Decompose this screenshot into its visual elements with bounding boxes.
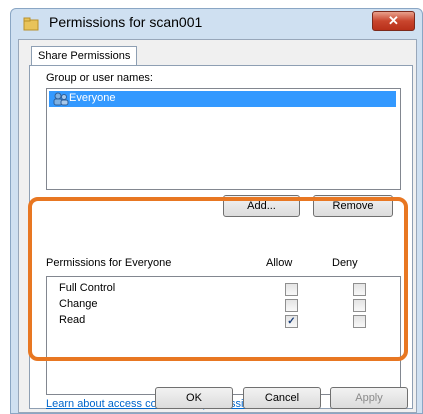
dialog-client-area: Share Permissions Group or user names: E…: [18, 39, 417, 413]
deny-checkbox[interactable]: [353, 299, 366, 312]
title-bar[interactable]: Permissions for scan001 ✕: [11, 9, 422, 37]
deny-checkbox[interactable]: [353, 315, 366, 328]
window-title: Permissions for scan001: [49, 14, 203, 30]
permission-name: Read: [59, 314, 86, 326]
permission-row-read: Read ✓: [47, 313, 400, 329]
permission-name: Change: [59, 298, 98, 310]
apply-button[interactable]: Apply: [330, 387, 408, 409]
permission-row-full-control: Full Control: [47, 281, 400, 297]
users-group-icon: [53, 92, 69, 106]
user-row-everyone[interactable]: Everyone: [49, 91, 396, 107]
allow-header: Allow: [266, 257, 293, 269]
permission-name: Full Control: [59, 282, 116, 294]
permissions-list: Full Control Change Read ✓: [46, 276, 401, 395]
permissions-title: Permissions for Everyone: [46, 257, 172, 269]
deny-checkbox[interactable]: [353, 283, 366, 296]
user-list[interactable]: Everyone: [46, 88, 401, 190]
permission-row-change: Change: [47, 297, 400, 313]
allow-checkbox[interactable]: ✓: [285, 315, 298, 328]
cancel-button[interactable]: Cancel: [243, 387, 321, 409]
close-button[interactable]: ✕: [372, 11, 415, 31]
folder-icon: [23, 17, 39, 31]
tab-share-permissions[interactable]: Share Permissions: [31, 46, 138, 66]
ok-button[interactable]: OK: [155, 387, 233, 409]
allow-checkbox[interactable]: [285, 299, 298, 312]
tab-panel: Group or user names: Everyone Add... Rem…: [29, 65, 413, 410]
add-button[interactable]: Add...: [223, 195, 300, 217]
deny-header: Deny: [332, 257, 358, 269]
group-label: Group or user names:: [46, 72, 153, 84]
permissions-dialog: Permissions for scan001 ✕ Share Permissi…: [10, 8, 423, 414]
allow-checkbox[interactable]: [285, 283, 298, 296]
remove-button[interactable]: Remove: [313, 195, 393, 217]
user-name: Everyone: [69, 92, 116, 104]
